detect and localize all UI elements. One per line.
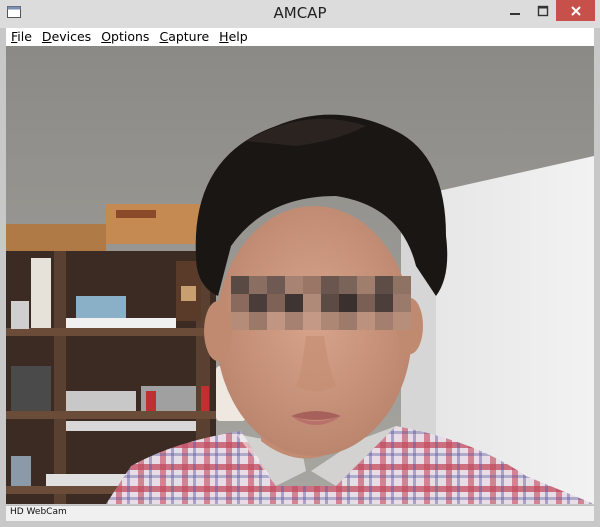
title-bar[interactable]: AMCAP <box>0 0 600 28</box>
minimize-icon <box>510 12 520 15</box>
close-button[interactable] <box>556 0 595 21</box>
webcam-preview-image <box>6 46 594 504</box>
minimize-button[interactable] <box>501 0 529 21</box>
menu-options-label: ptions <box>111 29 150 44</box>
menu-options[interactable]: Options <box>96 28 154 46</box>
menu-devices-accel: D <box>41 29 52 44</box>
menu-file[interactable]: File <box>6 28 37 46</box>
amcap-window: AMCAP File Devices Options Capture Help <box>0 0 600 527</box>
status-device-name: HD WebCam <box>10 507 67 517</box>
pixelated-censor <box>231 276 411 330</box>
video-preview <box>6 46 594 504</box>
maximize-icon <box>537 5 548 16</box>
menu-devices[interactable]: Devices <box>37 28 96 46</box>
menu-options-accel: O <box>101 29 112 44</box>
status-bar: HD WebCam <box>6 505 594 521</box>
window-bottom-border[interactable] <box>0 521 600 527</box>
menu-file-label: ile <box>17 29 32 44</box>
menu-help[interactable]: Help <box>214 28 253 46</box>
menu-help-accel: H <box>219 29 229 44</box>
maximize-button[interactable] <box>529 0 556 21</box>
menu-bar: File Devices Options Capture Help <box>6 28 594 47</box>
menu-capture-accel: C <box>159 29 169 44</box>
close-icon <box>570 5 581 16</box>
menu-capture[interactable]: Capture <box>154 28 214 46</box>
menu-devices-label: evices <box>51 29 92 44</box>
menu-help-label: elp <box>228 29 248 44</box>
menu-capture-label: apture <box>168 29 210 44</box>
